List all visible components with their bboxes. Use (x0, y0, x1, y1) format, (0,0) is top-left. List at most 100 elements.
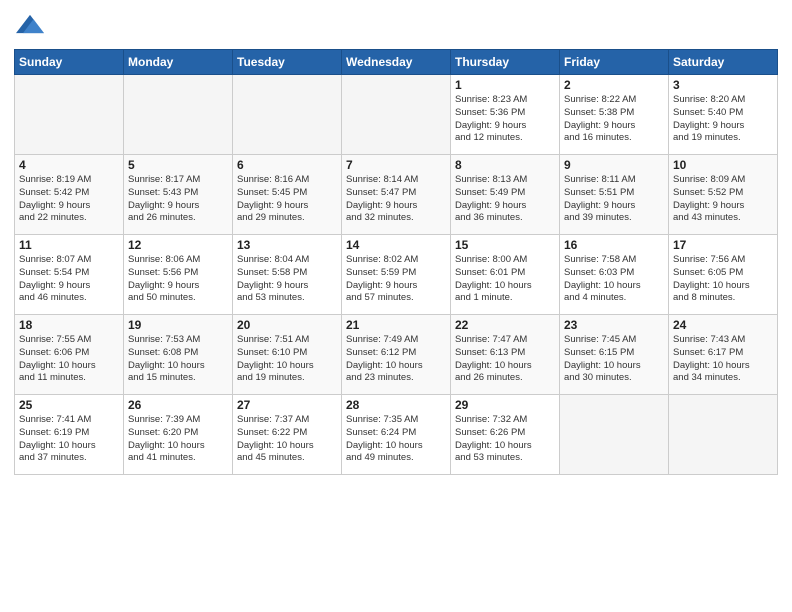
cell-content: Sunrise: 7:37 AM Sunset: 6:22 PM Dayligh… (237, 414, 337, 465)
cell-content: Sunrise: 7:47 AM Sunset: 6:13 PM Dayligh… (455, 334, 555, 385)
cell-content: Sunrise: 8:19 AM Sunset: 5:42 PM Dayligh… (19, 174, 119, 225)
calendar-cell: 11 Sunrise: 8:07 AM Sunset: 5:54 PM Dayli… (15, 235, 124, 315)
calendar-table: SundayMondayTuesdayWednesdayThursdayFrid… (14, 49, 778, 475)
calendar-cell: 8 Sunrise: 8:13 AM Sunset: 5:49 PM Daylig… (451, 155, 560, 235)
day-header-wednesday: Wednesday (342, 50, 451, 75)
day-number: 3 (673, 78, 773, 92)
calendar-week-5: 25 Sunrise: 7:41 AM Sunset: 6:19 PM Dayli… (15, 395, 778, 475)
cell-content: Sunrise: 7:43 AM Sunset: 6:17 PM Dayligh… (673, 334, 773, 385)
day-number: 2 (564, 78, 664, 92)
day-number: 29 (455, 398, 555, 412)
calendar-cell: 12 Sunrise: 8:06 AM Sunset: 5:56 PM Dayli… (124, 235, 233, 315)
cell-content: Sunrise: 7:45 AM Sunset: 6:15 PM Dayligh… (564, 334, 664, 385)
calendar-cell: 28 Sunrise: 7:35 AM Sunset: 6:24 PM Dayli… (342, 395, 451, 475)
day-number: 22 (455, 318, 555, 332)
cell-content: Sunrise: 7:56 AM Sunset: 6:05 PM Dayligh… (673, 254, 773, 305)
cell-content: Sunrise: 8:11 AM Sunset: 5:51 PM Dayligh… (564, 174, 664, 225)
day-number: 11 (19, 238, 119, 252)
day-number: 18 (19, 318, 119, 332)
day-number: 4 (19, 158, 119, 172)
calendar-cell: 2 Sunrise: 8:22 AM Sunset: 5:38 PM Daylig… (560, 75, 669, 155)
calendar-cell: 4 Sunrise: 8:19 AM Sunset: 5:42 PM Daylig… (15, 155, 124, 235)
calendar-cell: 25 Sunrise: 7:41 AM Sunset: 6:19 PM Dayli… (15, 395, 124, 475)
cell-content: Sunrise: 7:41 AM Sunset: 6:19 PM Dayligh… (19, 414, 119, 465)
cell-content: Sunrise: 7:32 AM Sunset: 6:26 PM Dayligh… (455, 414, 555, 465)
cell-content: Sunrise: 8:14 AM Sunset: 5:47 PM Dayligh… (346, 174, 446, 225)
calendar-week-1: 1 Sunrise: 8:23 AM Sunset: 5:36 PM Daylig… (15, 75, 778, 155)
day-number: 28 (346, 398, 446, 412)
calendar-week-4: 18 Sunrise: 7:55 AM Sunset: 6:06 PM Dayli… (15, 315, 778, 395)
cell-content: Sunrise: 7:39 AM Sunset: 6:20 PM Dayligh… (128, 414, 228, 465)
calendar-cell (669, 395, 778, 475)
cell-content: Sunrise: 8:06 AM Sunset: 5:56 PM Dayligh… (128, 254, 228, 305)
calendar-cell: 13Sunrise: 8:04 AM Sunset: 5:58 PM Dayli… (233, 235, 342, 315)
day-number: 20 (237, 318, 337, 332)
day-number: 14 (346, 238, 446, 252)
cell-content: Sunrise: 8:23 AM Sunset: 5:36 PM Dayligh… (455, 94, 555, 145)
calendar-cell: 1 Sunrise: 8:23 AM Sunset: 5:36 PM Daylig… (451, 75, 560, 155)
cell-content: Sunrise: 7:35 AM Sunset: 6:24 PM Dayligh… (346, 414, 446, 465)
day-number: 6 (237, 158, 337, 172)
cell-content: Sunrise: 7:55 AM Sunset: 6:06 PM Dayligh… (19, 334, 119, 385)
calendar-header-row: SundayMondayTuesdayWednesdayThursdayFrid… (15, 50, 778, 75)
day-number: 17 (673, 238, 773, 252)
calendar-cell: 23 Sunrise: 7:45 AM Sunset: 6:15 PM Dayli… (560, 315, 669, 395)
calendar-cell: 14 Sunrise: 8:02 AM Sunset: 5:59 PM Dayli… (342, 235, 451, 315)
cell-content: Sunrise: 8:16 AM Sunset: 5:45 PM Dayligh… (237, 174, 337, 225)
day-number: 13 (237, 238, 337, 252)
day-number: 16 (564, 238, 664, 252)
calendar-cell (15, 75, 124, 155)
day-header-saturday: Saturday (669, 50, 778, 75)
cell-content: Sunrise: 8:20 AM Sunset: 5:40 PM Dayligh… (673, 94, 773, 145)
day-number: 9 (564, 158, 664, 172)
calendar-cell: 24 Sunrise: 7:43 AM Sunset: 6:17 PM Dayli… (669, 315, 778, 395)
day-number: 21 (346, 318, 446, 332)
calendar-cell: 27 Sunrise: 7:37 AM Sunset: 6:22 PM Dayli… (233, 395, 342, 475)
header (14, 10, 778, 43)
cell-content: Sunrise: 8:09 AM Sunset: 5:52 PM Dayligh… (673, 174, 773, 225)
logo (14, 10, 44, 43)
calendar-cell (124, 75, 233, 155)
calendar-page: SundayMondayTuesdayWednesdayThursdayFrid… (0, 0, 792, 612)
day-number: 1 (455, 78, 555, 92)
day-number: 12 (128, 238, 228, 252)
cell-content: Sunrise: 8:02 AM Sunset: 5:59 PM Dayligh… (346, 254, 446, 305)
calendar-cell (560, 395, 669, 475)
day-header-sunday: Sunday (15, 50, 124, 75)
day-number: 27 (237, 398, 337, 412)
calendar-cell: 5Sunrise: 8:17 AM Sunset: 5:43 PM Daylig… (124, 155, 233, 235)
cell-content: Sunrise: 7:49 AM Sunset: 6:12 PM Dayligh… (346, 334, 446, 385)
calendar-cell: 18 Sunrise: 7:55 AM Sunset: 6:06 PM Dayli… (15, 315, 124, 395)
calendar-cell: 22 Sunrise: 7:47 AM Sunset: 6:13 PM Dayli… (451, 315, 560, 395)
calendar-cell: 16 Sunrise: 7:58 AM Sunset: 6:03 PM Dayli… (560, 235, 669, 315)
calendar-cell: 10 Sunrise: 8:09 AM Sunset: 5:52 PM Dayli… (669, 155, 778, 235)
calendar-cell: 19Sunrise: 7:53 AM Sunset: 6:08 PM Dayli… (124, 315, 233, 395)
cell-content: Sunrise: 7:58 AM Sunset: 6:03 PM Dayligh… (564, 254, 664, 305)
cell-content: Sunrise: 7:53 AM Sunset: 6:08 PM Dayligh… (128, 334, 228, 385)
day-header-monday: Monday (124, 50, 233, 75)
calendar-cell: 15Sunrise: 8:00 AM Sunset: 6:01 PM Dayli… (451, 235, 560, 315)
day-number: 25 (19, 398, 119, 412)
calendar-cell: 7 Sunrise: 8:14 AM Sunset: 5:47 PM Daylig… (342, 155, 451, 235)
calendar-week-3: 11 Sunrise: 8:07 AM Sunset: 5:54 PM Dayli… (15, 235, 778, 315)
day-number: 26 (128, 398, 228, 412)
day-number: 24 (673, 318, 773, 332)
calendar-cell: 29 Sunrise: 7:32 AM Sunset: 6:26 PM Dayli… (451, 395, 560, 475)
day-header-tuesday: Tuesday (233, 50, 342, 75)
day-header-thursday: Thursday (451, 50, 560, 75)
logo-icon (16, 10, 44, 38)
cell-content: Sunrise: 8:07 AM Sunset: 5:54 PM Dayligh… (19, 254, 119, 305)
cell-content: Sunrise: 8:22 AM Sunset: 5:38 PM Dayligh… (564, 94, 664, 145)
day-number: 10 (673, 158, 773, 172)
day-number: 23 (564, 318, 664, 332)
calendar-cell (233, 75, 342, 155)
calendar-cell: 21 Sunrise: 7:49 AM Sunset: 6:12 PM Dayli… (342, 315, 451, 395)
day-number: 7 (346, 158, 446, 172)
calendar-cell: 20Sunrise: 7:51 AM Sunset: 6:10 PM Dayli… (233, 315, 342, 395)
calendar-cell: 26 Sunrise: 7:39 AM Sunset: 6:20 PM Dayli… (124, 395, 233, 475)
calendar-cell: 9 Sunrise: 8:11 AM Sunset: 5:51 PM Daylig… (560, 155, 669, 235)
calendar-cell: 6 Sunrise: 8:16 AM Sunset: 5:45 PM Daylig… (233, 155, 342, 235)
calendar-week-2: 4 Sunrise: 8:19 AM Sunset: 5:42 PM Daylig… (15, 155, 778, 235)
cell-content: Sunrise: 8:13 AM Sunset: 5:49 PM Dayligh… (455, 174, 555, 225)
day-number: 8 (455, 158, 555, 172)
